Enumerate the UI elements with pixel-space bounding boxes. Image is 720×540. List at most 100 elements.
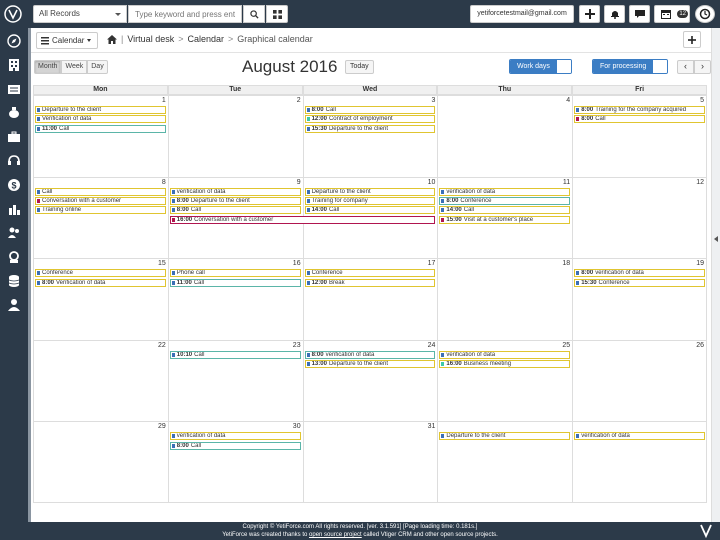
day-cell[interactable]: 18	[437, 258, 573, 340]
sidebar-item-support[interactable]	[4, 151, 24, 171]
day-number[interactable]: 25	[562, 342, 570, 349]
day-number[interactable]: 26	[696, 342, 704, 349]
sidebar-item-users[interactable]	[4, 223, 24, 243]
day-number[interactable]: 11	[563, 179, 570, 186]
calendar-event[interactable]: Departure to the client	[304, 187, 436, 196]
sidebar-item-sales[interactable]	[4, 79, 24, 99]
add-event-button[interactable]	[683, 31, 701, 48]
day-cell[interactable]: 29	[33, 421, 168, 503]
records-filter-select[interactable]: All Records	[33, 5, 127, 23]
calendar-event[interactable]: Conversation with a customer	[35, 196, 166, 205]
calendar-event[interactable]: 14:00 Call	[439, 206, 571, 215]
chat-button[interactable]	[629, 5, 650, 23]
calendar-event[interactable]: 10:10 Call	[169, 350, 301, 359]
calendar-event[interactable]: verification of data	[439, 350, 571, 359]
day-number[interactable]: 22	[158, 342, 166, 349]
right-panel-toggle[interactable]	[711, 28, 720, 522]
next-month-button[interactable]: ›	[694, 60, 711, 74]
calendar-event[interactable]: Conference	[35, 269, 166, 278]
calendar-event[interactable]: 8:00 Conference	[439, 196, 571, 205]
search-button[interactable]	[243, 5, 265, 23]
day-number[interactable]: 1	[162, 97, 166, 104]
sidebar-item-home[interactable]	[4, 31, 24, 51]
prev-month-button[interactable]: ‹	[677, 60, 694, 74]
module-dropdown[interactable]: Calendar	[36, 32, 98, 49]
day-number[interactable]: 12	[696, 179, 704, 186]
advanced-search-button[interactable]	[266, 5, 288, 23]
calendar-event[interactable]: 8:00 verification of data	[574, 269, 705, 278]
open-source-project-link[interactable]: open source project	[309, 532, 362, 538]
calendar-event[interactable]: 8:00 Call	[574, 115, 705, 124]
calendar-event[interactable]: 8:00 Departure to the client	[169, 196, 301, 205]
calendar-event[interactable]: 12:00 Break	[304, 278, 436, 287]
day-cell[interactable]: 2	[167, 95, 303, 177]
notifications-button[interactable]	[604, 5, 625, 23]
reminders-button[interactable]: 12	[654, 5, 690, 23]
calendar-event[interactable]: 15:00 Visit at a customer's place	[439, 215, 571, 224]
calendar-event[interactable]: 12:00 Contract of employment	[304, 115, 436, 124]
day-cell[interactable]: 12	[572, 176, 707, 259]
calendar-event[interactable]: verification of data	[169, 432, 301, 441]
calendar-event[interactable]: Call	[35, 187, 166, 196]
day-number[interactable]: 3	[431, 97, 435, 104]
view-day-button[interactable]: Day	[87, 60, 108, 74]
day-number[interactable]: 8	[162, 179, 166, 186]
global-search-input[interactable]	[128, 5, 242, 23]
calendar-event[interactable]: verification of data	[439, 187, 571, 196]
day-number[interactable]: 2	[297, 97, 301, 104]
sidebar-item-services[interactable]	[4, 247, 24, 267]
today-button[interactable]: Today	[345, 60, 374, 74]
calendar-event[interactable]: 15:30 Conference	[574, 278, 705, 287]
calendar-event[interactable]: 8:00 Call	[169, 206, 301, 215]
sidebar-item-finance[interactable]	[4, 103, 24, 123]
day-cell[interactable]: 22	[33, 339, 168, 422]
day-number[interactable]: 4	[566, 97, 570, 104]
breadcrumb-calendar[interactable]: Calendar	[187, 34, 224, 44]
sidebar-item-companies[interactable]	[4, 55, 24, 75]
breadcrumb-virtual-desk[interactable]: Virtual desk	[127, 34, 174, 44]
user-email-button[interactable]: yetiforcetestmail@gmail.com	[470, 5, 574, 23]
sidebar-item-database[interactable]	[4, 271, 24, 291]
calendar-event[interactable]: 13:00 Departure to the client	[304, 360, 436, 369]
view-month-button[interactable]: Month	[34, 60, 62, 74]
day-number[interactable]: 31	[428, 423, 436, 430]
sidebar-item-projects[interactable]	[4, 127, 24, 147]
calendar-event[interactable]: Phone call	[169, 269, 301, 278]
day-number[interactable]: 16	[293, 260, 301, 267]
calendar-event[interactable]: 8:00 Call	[169, 441, 301, 450]
day-number[interactable]: 19	[696, 260, 704, 267]
calendar-event[interactable]: 8:00 verification of data	[304, 350, 436, 359]
calendar-event[interactable]: verification of data	[169, 187, 301, 196]
view-week-button[interactable]: Week	[61, 60, 88, 74]
day-number[interactable]: 18	[562, 260, 570, 267]
calendar-event[interactable]: 16:00 Business meeting	[439, 360, 571, 369]
day-number[interactable]: 9	[297, 179, 301, 186]
calendar-event[interactable]: Departure to the client	[439, 432, 571, 441]
calendar-event[interactable]: Training online	[35, 206, 166, 215]
home-icon[interactable]	[107, 34, 117, 44]
calendar-event[interactable]: verification of data	[574, 432, 705, 441]
day-number[interactable]: 23	[293, 342, 301, 349]
calendar-event[interactable]: Verification of data	[35, 115, 166, 124]
work-days-switch[interactable]: Work days	[509, 59, 572, 74]
calendar-event[interactable]: Conference	[304, 269, 436, 278]
calendar-event[interactable]: Training for company	[304, 196, 436, 205]
history-button[interactable]	[695, 5, 715, 23]
day-cell[interactable]: 26	[572, 339, 707, 422]
for-processing-switch[interactable]: For processing	[592, 59, 669, 74]
quick-create-button[interactable]	[579, 5, 600, 23]
calendar-event[interactable]: 11:00 Call	[35, 124, 166, 133]
day-number[interactable]: 30	[293, 423, 301, 430]
calendar-event[interactable]: 11:00 Call	[169, 278, 301, 287]
sidebar-item-employees[interactable]	[4, 295, 24, 315]
calendar-event[interactable]: 15:30 Departure to the client	[304, 124, 436, 133]
sidebar-item-reports[interactable]	[4, 199, 24, 219]
calendar-event[interactable]: 14:00 Call	[304, 206, 436, 215]
calendar-event[interactable]: 8:00 Verification of data	[35, 278, 166, 287]
day-cell[interactable]: 4	[437, 95, 573, 177]
calendar-event[interactable]: 8:00 Call	[304, 106, 436, 114]
day-number[interactable]: 29	[158, 423, 166, 430]
day-number[interactable]: 24	[428, 342, 436, 349]
day-number[interactable]: 5	[700, 97, 704, 104]
sidebar-item-payments[interactable]: $	[4, 175, 24, 195]
